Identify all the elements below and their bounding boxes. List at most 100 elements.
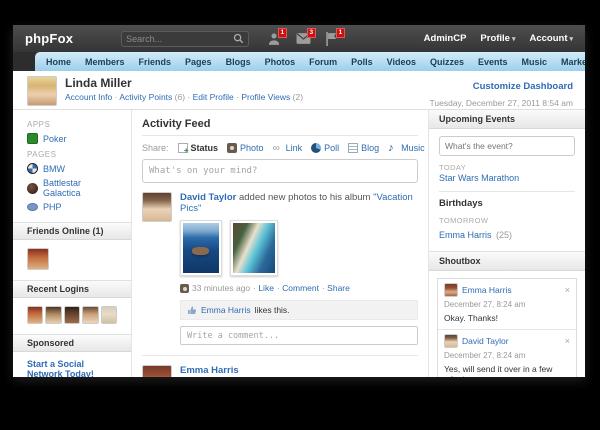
share-photo[interactable]: Photo [227,143,264,153]
recent-login-avatar[interactable] [82,306,98,324]
poll-icon [311,143,321,153]
notifications-badge[interactable]: 1 [336,28,346,39]
sidebar-item-bmw[interactable]: BMW [13,161,131,176]
recent-logins-list [13,298,131,326]
recent-login-avatar[interactable] [101,306,117,324]
comment-input[interactable] [180,326,418,345]
share-link[interactable]: Link [273,143,303,153]
nav-polls[interactable]: Polls [344,57,380,67]
nav-forum[interactable]: Forum [302,57,344,67]
close-icon[interactable] [565,336,570,346]
recent-logins-header: Recent Logins [13,280,131,298]
user-name: Linda Miller [65,76,303,90]
recent-login-avatar[interactable] [64,306,80,324]
shout-user-link[interactable]: David Taylor [462,336,509,346]
like-link[interactable]: Like [253,283,274,293]
camera-icon [180,284,189,293]
nav-members[interactable]: Members [78,57,132,67]
upcoming-events-header: Upcoming Events [429,110,585,129]
notification-icons: 1 3 1 [267,32,340,46]
sidebar-item-battlestar[interactable]: Battlestar Galactica [13,176,131,200]
share-music[interactable]: Music [388,143,425,153]
nav-quizzes[interactable]: Quizzes [423,57,471,67]
right-sidebar: Upcoming Events TODAY Star Wars Marathon… [428,110,585,377]
likes-text: likes this. [255,305,290,315]
nav-pages[interactable]: Pages [178,57,219,67]
profile-menu[interactable]: Profile [480,33,515,44]
shout-text: Yes, will send it over in a few minutes. [444,364,570,377]
shout-date: December 27, 8:24 am [444,351,570,360]
edit-profile-link[interactable]: Edit Profile [187,92,233,102]
nav-home[interactable]: Home [39,57,78,67]
customize-dashboard-link[interactable]: Customize Dashboard [473,81,573,92]
close-icon[interactable] [565,285,570,295]
phpfox-logo[interactable]: phpFox [25,31,73,46]
emma-harris-avatar[interactable] [142,365,172,377]
main-nav-row: Home Members Friends Pages Blogs Photos … [13,52,585,71]
share-blog[interactable]: Blog [348,143,379,153]
thumb-up-icon [187,305,197,315]
shout-user-link[interactable]: Emma Harris [462,285,512,295]
main-nav: Home Members Friends Pages Blogs Photos … [35,52,585,71]
david-taylor-avatar[interactable] [444,334,458,348]
nav-blogs[interactable]: Blogs [219,57,258,67]
nav-events[interactable]: Events [471,57,515,67]
sponsored-header: Sponsored [13,334,131,352]
messages-badge[interactable]: 3 [307,28,317,39]
search-box[interactable] [121,31,249,47]
profile-views-count: (2) [293,92,303,102]
david-taylor-avatar[interactable] [142,192,172,222]
search-input[interactable] [126,34,233,44]
activity-points-count: (6) [175,92,185,102]
recent-login-avatar[interactable] [45,306,61,324]
status-input[interactable] [142,159,418,183]
feed-item-meta: 33 minutes ago Like Comment Share [180,283,418,293]
emma-harris-avatar[interactable] [444,283,458,297]
friends-online-header: Friends Online (1) [13,222,131,240]
poker-icon [27,133,38,144]
recent-login-avatar[interactable] [27,306,43,324]
birthday-person-link[interactable]: Emma Harris [439,230,492,240]
left-sidebar: APPS Poker PAGES BMW Battlestar Galactic… [13,110,132,377]
admincp-link[interactable]: AdminCP [424,33,467,44]
nav-music[interactable]: Music [515,57,555,67]
friend-requests-badge[interactable]: 1 [278,28,288,39]
comment-link[interactable]: Comment [277,283,319,293]
friend-avatar[interactable] [27,248,49,270]
sponsored-ad-title[interactable]: Start a Social Network Today! [13,352,131,377]
profile-views-link[interactable]: Profile Views [236,92,290,102]
sidebar-item-poker[interactable]: Poker [13,131,131,146]
share-poll[interactable]: Poll [311,143,339,153]
event-link[interactable]: Star Wars Marathon [439,173,575,183]
today-label: TODAY [439,163,575,172]
liker-link[interactable]: Emma Harris [201,305,251,315]
share-status[interactable]: Status [178,143,219,153]
nav-photos[interactable]: Photos [258,57,303,67]
music-note-icon [388,143,398,153]
feed-item: David Taylor added new photos to his alb… [142,183,418,345]
nav-marketplace[interactable]: Marketplace [554,57,585,67]
header-menu: AdminCP Profile Account [424,33,573,44]
user-avatar[interactable] [27,76,57,106]
share-link[interactable]: Share [322,283,350,293]
friend-requests-icon[interactable]: 1 [267,32,282,46]
activity-points-link[interactable]: Activity Points [115,92,173,102]
feed-user-link[interactable]: David Taylor [180,192,236,203]
notifications-icon[interactable]: 1 [325,32,340,46]
share-row: Share: Status Photo Link Poll Blog [142,136,418,159]
php-icon [27,203,38,211]
event-input[interactable] [439,136,575,156]
messages-icon[interactable]: 3 [296,32,311,46]
feed-user-link[interactable]: Emma Harris [180,365,239,376]
photo-attachments [180,220,418,276]
blog-icon [348,143,358,153]
account-menu[interactable]: Account [529,33,573,44]
search-icon[interactable] [233,33,244,44]
account-info-link[interactable]: Account Info [65,92,112,102]
sidebar-item-php[interactable]: PHP [13,200,131,214]
photo-thumbnail[interactable] [230,220,278,276]
nav-friends[interactable]: Friends [132,57,179,67]
top-header: phpFox 1 3 1 AdminCP Profile [13,25,585,52]
nav-videos[interactable]: Videos [380,57,423,67]
photo-thumbnail[interactable] [180,220,222,276]
